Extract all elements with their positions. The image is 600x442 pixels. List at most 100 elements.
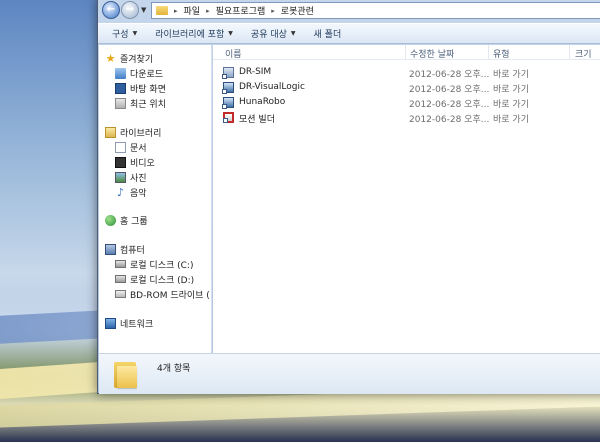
shortcut-motion-icon <box>223 112 234 123</box>
column-header-size[interactable]: 크기 <box>575 47 592 60</box>
column-header-name[interactable]: 이름 <box>225 47 242 60</box>
nav-item-bd-rom[interactable]: BD-ROM 드라이브 ( <box>115 287 210 301</box>
address-bar-area: ← → ▼ ▸ 파일 ▸ 필요프로그램 ▸ 로봇관련 <box>98 0 600 23</box>
shortcut-app-icon <box>222 67 234 79</box>
file-modified: 2012-06-28 오후... <box>409 115 490 125</box>
navigation-pane: ★ 즐겨찾기 다운로드 바탕 화면 최근 위치 라이브러리 문서 비디오 사진 … <box>99 45 212 353</box>
item-count: 4개 항목 <box>157 364 191 374</box>
include-in-library-button[interactable]: 라이브러리에 포함 ▼ <box>147 24 243 43</box>
file-row[interactable]: HunaRobo 2012-06-28 오후... 바로 가기 <box>213 95 600 110</box>
new-folder-button[interactable]: 새 폴더 <box>306 24 352 43</box>
share-with-button[interactable]: 공유 대상 ▼ <box>243 24 306 43</box>
breadcrumb-separator-icon[interactable]: ▸ <box>174 7 178 15</box>
file-type: 바로 가기 <box>493 85 529 95</box>
nav-network[interactable]: 네트워크 <box>105 316 153 330</box>
explorer-window: ← → ▼ ▸ 파일 ▸ 필요프로그램 ▸ 로봇관련 구성 ▼ 라이브러리에 포… <box>97 0 600 394</box>
address-bar[interactable]: ▸ 파일 ▸ 필요프로그램 ▸ 로봇관련 <box>151 2 600 19</box>
column-header-modified[interactable]: 수정한 날짜 <box>410 47 454 60</box>
nav-item-documents[interactable]: 문서 <box>115 140 147 154</box>
star-icon: ★ <box>105 51 116 65</box>
chevron-down-icon: ▼ <box>228 30 233 37</box>
file-type: 바로 가기 <box>493 100 529 110</box>
shortcut-arrow-icon <box>222 74 227 79</box>
computer-icon <box>105 243 116 255</box>
nav-label: 문서 <box>130 143 147 154</box>
shortcut-arrow-icon <box>223 118 228 123</box>
recent-places-icon <box>115 97 126 109</box>
nav-item-recent[interactable]: 최근 위치 <box>115 96 166 110</box>
new-folder-label: 새 폴더 <box>313 30 342 40</box>
nav-label: 로컬 디스크 (C:) <box>130 260 194 271</box>
chevron-down-icon: ▼ <box>290 30 296 37</box>
nav-item-videos[interactable]: 비디오 <box>115 155 155 169</box>
file-row[interactable]: 모션 빌더 2012-06-28 오후... 바로 가기 <box>213 110 600 125</box>
picture-icon <box>115 171 126 183</box>
optical-drive-icon <box>115 290 126 298</box>
breadcrumb-item[interactable]: 파일 <box>184 4 201 17</box>
column-divider[interactable] <box>569 45 570 60</box>
folder-icon <box>114 360 138 388</box>
share-with-label: 공유 대상 <box>250 30 287 40</box>
shortcut-app-icon <box>222 97 234 109</box>
nav-label: 홈 그룹 <box>120 216 148 227</box>
nav-label: 즐겨찾기 <box>120 54 154 65</box>
details-pane: 4개 항목 <box>99 353 600 394</box>
video-icon <box>115 156 126 168</box>
file-modified: 2012-06-28 오후... <box>409 85 490 95</box>
file-name: HunaRobo <box>239 97 286 107</box>
nav-item-desktop[interactable]: 바탕 화면 <box>115 81 166 95</box>
organize-label: 구성 <box>112 30 129 40</box>
nav-label: BD-ROM 드라이브 ( <box>130 290 210 301</box>
nav-label: 음악 <box>130 188 147 199</box>
desktop-icon <box>115 82 126 94</box>
nav-item-drive-d[interactable]: 로컬 디스크 (D:) <box>115 272 194 286</box>
nav-favorites[interactable]: ★ 즐겨찾기 <box>105 51 154 65</box>
breadcrumb-item[interactable]: 필요프로그램 <box>216 4 266 17</box>
folder-front-shape <box>117 366 137 388</box>
file-name: DR-SIM <box>239 67 272 77</box>
nav-libraries[interactable]: 라이브러리 <box>105 125 161 139</box>
breadcrumb-separator-icon[interactable]: ▸ <box>271 7 275 15</box>
forward-button[interactable]: → <box>121 1 139 19</box>
nav-item-downloads[interactable]: 다운로드 <box>115 66 163 80</box>
chevron-down-icon: ▼ <box>132 30 138 37</box>
breadcrumb-separator-icon[interactable]: ▸ <box>206 7 210 15</box>
nav-label: 비디오 <box>130 158 155 169</box>
recent-pages-dropdown[interactable]: ▼ <box>141 6 146 14</box>
nav-item-drive-c[interactable]: 로컬 디스크 (C:) <box>115 257 193 271</box>
file-list: 이름 수정한 날짜 유형 크기 DR-SIM 2012-06-28 오후... … <box>213 45 600 353</box>
download-icon <box>115 67 126 79</box>
music-note-icon: ♪ <box>116 185 125 199</box>
file-row[interactable]: DR-VisualLogic 2012-06-28 오후... 바로 가기 <box>213 80 600 95</box>
file-type: 바로 가기 <box>493 70 529 80</box>
organize-button[interactable]: 구성 ▼ <box>104 24 147 43</box>
nav-homegroup[interactable]: 홈 그룹 <box>105 213 148 227</box>
nav-item-music[interactable]: ♪ 음악 <box>115 185 147 199</box>
nav-label: 네트워크 <box>120 319 154 330</box>
column-divider[interactable] <box>405 45 406 60</box>
nav-label: 최근 위치 <box>130 99 166 110</box>
hard-disk-icon <box>115 260 126 268</box>
file-row[interactable]: DR-SIM 2012-06-28 오후... 바로 가기 <box>213 65 600 80</box>
column-header-type[interactable]: 유형 <box>493 47 510 60</box>
back-button[interactable]: ← <box>102 1 120 19</box>
nav-label: 라이브러리 <box>120 128 162 139</box>
file-modified: 2012-06-28 오후... <box>409 70 490 80</box>
library-icon <box>105 126 116 138</box>
nav-label: 다운로드 <box>130 69 164 80</box>
folder-icon <box>156 6 168 15</box>
shortcut-arrow-icon <box>222 89 227 94</box>
nav-computer[interactable]: 컴퓨터 <box>105 242 145 256</box>
breadcrumb-item[interactable]: 로봇관련 <box>281 4 314 17</box>
nav-label: 사진 <box>130 173 147 184</box>
forward-arrow-icon: → <box>125 4 135 15</box>
nav-label: 바탕 화면 <box>130 84 166 95</box>
nav-item-pictures[interactable]: 사진 <box>115 170 147 184</box>
nav-label: 로컬 디스크 (D:) <box>130 275 195 286</box>
file-modified: 2012-06-28 오후... <box>409 100 490 110</box>
column-header-row: 이름 수정한 날짜 유형 크기 <box>213 45 600 60</box>
shortcut-arrow-icon <box>222 104 227 109</box>
file-name: 모션 빌더 <box>239 115 275 125</box>
command-bar: 구성 ▼ 라이브러리에 포함 ▼ 공유 대상 ▼ 새 폴더 <box>98 23 600 44</box>
column-divider[interactable] <box>488 45 489 60</box>
